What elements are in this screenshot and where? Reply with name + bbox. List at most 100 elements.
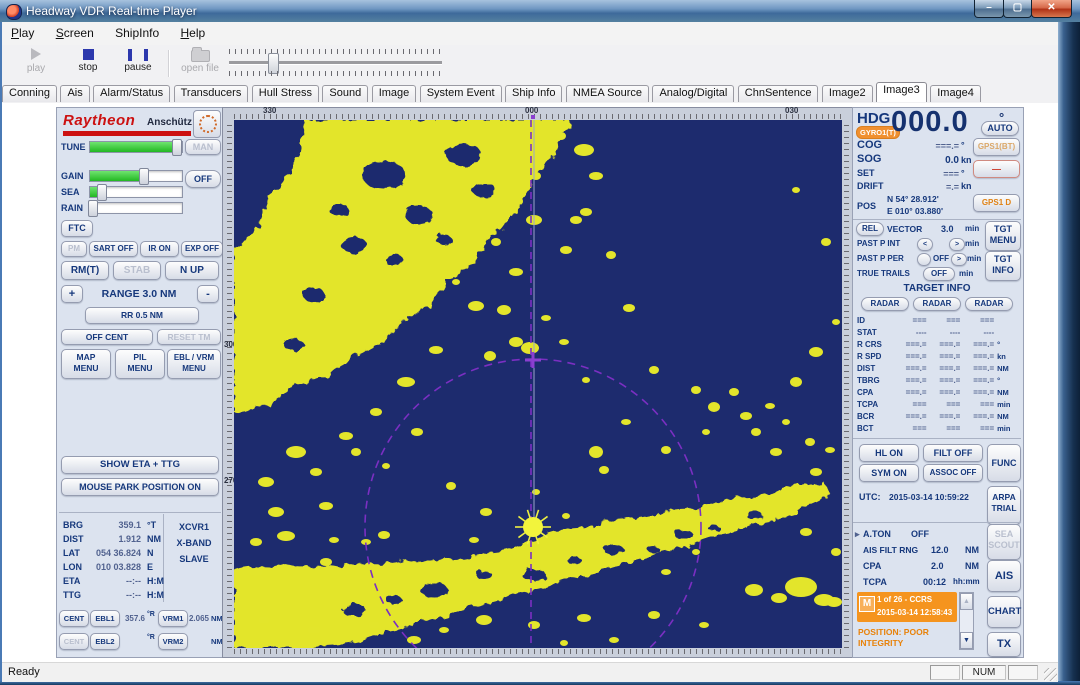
sym-on-button[interactable]: SYM ON xyxy=(859,464,919,482)
range-plus-button[interactable]: + xyxy=(61,285,83,303)
sart-off-button[interactable]: SART OFF xyxy=(89,241,138,257)
pil-menu-button[interactable]: PIL MENU xyxy=(115,349,165,379)
radar-target1-button[interactable]: RADAR xyxy=(861,297,909,311)
sea-handle[interactable] xyxy=(97,184,107,201)
radar-target3-button[interactable]: RADAR xyxy=(965,297,1013,311)
maximize-button[interactable]: ▢ xyxy=(1003,0,1032,18)
tab-image[interactable]: Image xyxy=(372,85,417,102)
tgt-info-button[interactable]: TGT INFO xyxy=(985,251,1021,281)
gps1-d-button[interactable]: GPS1 D xyxy=(973,194,1020,212)
ebl2-button[interactable]: EBL2 xyxy=(90,633,120,650)
tab-conning[interactable]: Conning xyxy=(2,85,57,102)
past-pper-state: OFF xyxy=(933,254,949,263)
cent1-button[interactable]: CENT xyxy=(59,610,89,627)
open-file-button[interactable]: open file xyxy=(174,45,226,74)
vrm1-button[interactable]: VRM1 xyxy=(158,610,188,627)
cent2-button[interactable]: CENT xyxy=(59,633,89,650)
rain-handle[interactable] xyxy=(88,200,98,217)
man-button[interactable]: MAN xyxy=(185,139,221,155)
auto-button[interactable]: AUTO xyxy=(981,121,1019,136)
off-cent-button[interactable]: OFF CENT xyxy=(61,329,153,345)
past-pint-inc[interactable]: > xyxy=(949,238,965,251)
tab-system-event[interactable]: System Event xyxy=(420,85,502,102)
set-unit: ° xyxy=(961,168,965,178)
tab-alarm-status[interactable]: Alarm/Status xyxy=(93,85,170,102)
alarm-message-box[interactable]: M 1 of 26 - CCRS 2015-03-14 12:58:43 xyxy=(857,592,957,622)
gps1-bt-button[interactable]: GPS1(BT) xyxy=(973,138,1020,156)
assoc-off-button[interactable]: ASSOC OFF xyxy=(923,464,983,482)
tab-transducers[interactable]: Transducers xyxy=(174,85,249,102)
title-bar[interactable]: Headway VDR Real-time Player – ▢ ✕ xyxy=(0,0,1080,23)
vrm2-unit: NM xyxy=(211,637,223,646)
mouse-park-button[interactable]: MOUSE PARK POSITION ON xyxy=(61,478,219,496)
rm-t-button[interactable]: RM(T) xyxy=(61,261,109,280)
minimize-button[interactable]: – xyxy=(974,0,1004,18)
tab-chnsentence[interactable]: ChnSentence xyxy=(738,85,819,102)
alarm-scrollbar[interactable]: ▲ ▼ xyxy=(959,592,974,650)
vrm2-button[interactable]: VRM2 xyxy=(158,633,188,650)
tab-sound[interactable]: Sound xyxy=(322,85,368,102)
range-minus-button[interactable]: - xyxy=(197,285,219,303)
tune-handle[interactable] xyxy=(172,139,182,156)
timeline-slider[interactable] xyxy=(229,61,442,65)
true-trails-button[interactable]: OFF xyxy=(923,267,955,281)
tab-image3[interactable]: Image3 xyxy=(876,82,927,102)
ais-filt-value: 12.0 xyxy=(931,545,949,555)
chart-button[interactable]: CHART xyxy=(987,596,1021,628)
scroll-up-icon[interactable]: ▲ xyxy=(960,593,973,610)
stab-button[interactable]: STAB xyxy=(113,261,161,280)
radar-target2-button[interactable]: RADAR xyxy=(913,297,961,311)
sea-scout-button[interactable]: SEA SCOUT xyxy=(987,524,1021,560)
ebl2-bearing-unit: °R xyxy=(147,634,155,641)
dash-button[interactable]: — xyxy=(973,160,1020,178)
tab-analog-digital[interactable]: Analog/Digital xyxy=(652,85,734,102)
gain-handle[interactable] xyxy=(139,168,149,185)
tune-slider[interactable] xyxy=(89,141,183,153)
close-button[interactable]: ✕ xyxy=(1031,0,1072,18)
func-button[interactable]: FUNC xyxy=(987,444,1021,482)
reset-tm-button[interactable]: RESET TM xyxy=(157,329,221,345)
tx-button[interactable]: TX xyxy=(987,632,1021,657)
ebl-vrm-menu-button[interactable]: EBL / VRM MENU xyxy=(167,349,221,379)
past-pint-unit: min xyxy=(965,239,979,248)
tab-ais[interactable]: Ais xyxy=(60,85,89,102)
pm-button[interactable]: PM xyxy=(61,241,87,257)
past-pper-inc[interactable]: > xyxy=(951,253,967,266)
n-up-button[interactable]: N UP xyxy=(165,261,219,280)
menu-shipinfo[interactable]: ShipInfo xyxy=(106,22,168,43)
ftc-button[interactable]: FTC xyxy=(61,220,93,237)
ais-button[interactable]: AIS xyxy=(987,560,1021,592)
ir-on-button[interactable]: IR ON xyxy=(140,241,179,257)
rain-slider[interactable] xyxy=(89,202,183,214)
rr-button[interactable]: RR 0.5 NM xyxy=(85,307,199,324)
pause-button[interactable]: pause xyxy=(114,45,162,73)
past-pper-toggle[interactable] xyxy=(917,253,931,266)
sea-off-button[interactable]: OFF xyxy=(185,170,221,188)
show-eta-ttg-button[interactable]: SHOW ETA + TTG xyxy=(61,456,219,474)
past-pint-dec[interactable]: < xyxy=(917,238,933,251)
tab-image4[interactable]: Image4 xyxy=(930,85,981,102)
map-menu-button[interactable]: MAP MENU xyxy=(61,349,111,379)
tab-ship-info[interactable]: Ship Info xyxy=(505,85,562,102)
rel-button[interactable]: REL xyxy=(856,222,884,236)
tgt-menu-button[interactable]: TGT MENU xyxy=(985,221,1021,251)
tab-image2[interactable]: Image2 xyxy=(822,85,873,102)
stop-button[interactable]: stop xyxy=(64,45,112,73)
resize-grip[interactable] xyxy=(1044,668,1057,681)
exp-off-button[interactable]: EXP OFF xyxy=(181,241,223,257)
tab-hull-stress[interactable]: Hull Stress xyxy=(252,85,319,102)
arpa-trial-button[interactable]: ARPA TRIAL xyxy=(987,486,1021,525)
menu-screen[interactable]: Screen xyxy=(47,22,103,43)
menu-play[interactable]: Play xyxy=(2,22,43,43)
ebl1-button[interactable]: EBL1 xyxy=(90,610,120,627)
play-button[interactable]: play xyxy=(12,45,60,74)
filt-off-button[interactable]: FILT OFF xyxy=(923,444,983,462)
gear-icon[interactable] xyxy=(193,110,221,138)
tab-nmea-source[interactable]: NMEA Source xyxy=(566,85,649,102)
gain-slider[interactable] xyxy=(89,170,183,182)
sea-slider[interactable] xyxy=(89,186,183,198)
menu-help[interactable]: Help xyxy=(171,22,214,43)
true-trails-label: TRUE TRAILS xyxy=(857,269,910,278)
scroll-down-icon[interactable]: ▼ xyxy=(960,632,973,649)
hl-on-button[interactable]: HL ON xyxy=(859,444,919,462)
